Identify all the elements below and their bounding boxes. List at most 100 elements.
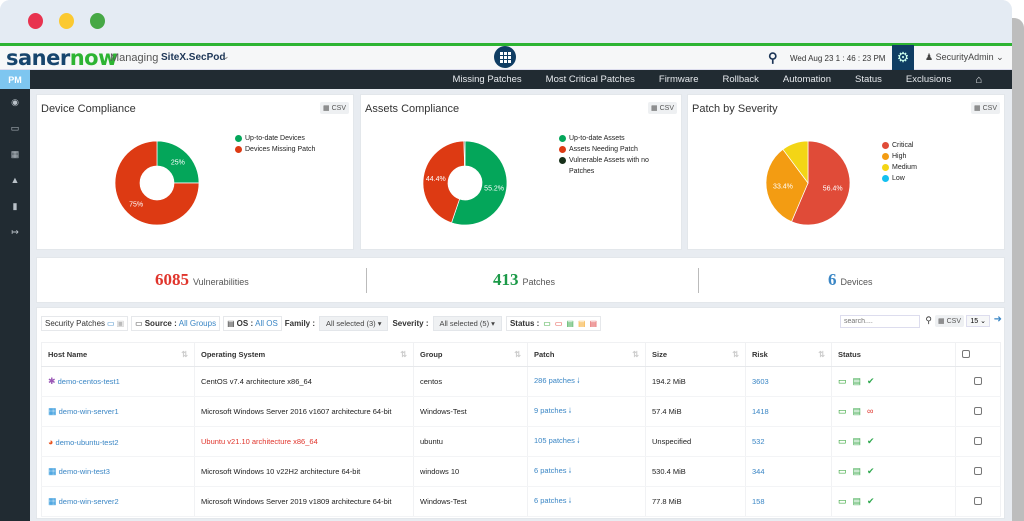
legend-item[interactable]: Low xyxy=(882,173,917,184)
apps-grid-button[interactable] xyxy=(494,46,516,68)
col-group[interactable]: Group ⇅ xyxy=(413,342,528,367)
row-checkbox[interactable] xyxy=(974,496,982,505)
os-filter[interactable]: ▤ OS : All OS xyxy=(223,315,282,331)
home-icon[interactable]: ⌂ xyxy=(963,74,994,86)
nav-rollback[interactable]: Rollback xyxy=(710,74,770,85)
device-view-icon[interactable]: ▭ xyxy=(107,319,115,328)
legend-item[interactable]: High xyxy=(882,151,917,162)
download-icon[interactable]: 🠓 xyxy=(577,376,580,385)
csv-export-button[interactable]: ▦ CSV xyxy=(971,102,1000,114)
online-monitor-icon[interactable]: ▭ xyxy=(543,319,551,328)
agent-ok-icon[interactable]: ▤ xyxy=(566,319,574,328)
legend-item[interactable]: Medium xyxy=(882,162,917,173)
nav-most-critical-patches[interactable]: Most Critical Patches xyxy=(534,74,647,85)
family-select[interactable]: All selected (3) ▾ xyxy=(319,315,389,331)
risk-link[interactable]: 1418 xyxy=(752,407,769,416)
table-row[interactable]: ▦ demo-win-server2 Microsoft Windows Serv… xyxy=(41,486,1001,517)
patch-link[interactable]: 6 patches xyxy=(534,466,567,475)
sort-icon[interactable]: ⇅ xyxy=(181,350,188,359)
stat-patches[interactable]: 413 Patches xyxy=(493,270,555,290)
col-operating-system[interactable]: Operating System ⇅ xyxy=(194,342,414,367)
host-link[interactable]: demo-win-server1 xyxy=(59,407,119,416)
col-patch[interactable]: Patch ⇅ xyxy=(527,342,646,367)
legend-item[interactable]: Vulnerable Assets with no Patches xyxy=(559,155,669,177)
sort-icon[interactable]: ⇅ xyxy=(632,350,639,359)
download-icon[interactable]: 🠓 xyxy=(569,466,572,475)
download-icon[interactable]: 🠓 xyxy=(569,496,572,505)
sort-icon[interactable]: ⇅ xyxy=(732,350,739,359)
os-value[interactable]: All OS xyxy=(255,319,278,328)
row-checkbox[interactable] xyxy=(974,436,982,445)
host-link[interactable]: demo-centos-test1 xyxy=(58,377,120,386)
sort-icon[interactable]: ⇅ xyxy=(818,350,825,359)
chevron-down-icon[interactable]: ⌄ xyxy=(222,51,230,62)
monitor-icon[interactable]: ▭ xyxy=(0,115,30,141)
page-size-select[interactable]: 15 ⌄ xyxy=(966,315,990,327)
host-link[interactable]: demo-win-server2 xyxy=(59,497,119,506)
minimize-window-button[interactable] xyxy=(59,13,74,29)
csv-export-button[interactable]: ▦ CSV xyxy=(935,315,964,327)
patch-link[interactable]: 9 patches xyxy=(534,406,567,415)
settings-button[interactable]: ⚙ xyxy=(892,45,914,70)
legend-item[interactable]: Assets Needing Patch xyxy=(559,144,669,155)
csv-export-button[interactable]: ▦ CSV xyxy=(648,102,677,114)
site-selector[interactable]: SiteX.SecPod xyxy=(161,52,225,63)
patch-link[interactable]: 6 patches xyxy=(534,496,567,505)
table-row[interactable]: ▦ demo-win-test3 Microsoft Windows 10 v22… xyxy=(41,456,1001,487)
table-search-input[interactable] xyxy=(840,315,920,328)
eye-icon[interactable]: ◉ xyxy=(0,89,30,115)
risk-link[interactable]: 3603 xyxy=(752,377,769,386)
legend-item[interactable]: Up-to-date Assets xyxy=(559,133,669,144)
host-link[interactable]: demo-win-test3 xyxy=(59,467,110,476)
download-icon[interactable]: 🠓 xyxy=(577,436,580,445)
select-all-checkbox[interactable] xyxy=(962,349,970,358)
nav-firmware[interactable]: Firmware xyxy=(647,74,711,85)
source-value[interactable]: All Groups xyxy=(179,319,216,328)
row-checkbox[interactable] xyxy=(974,406,982,415)
patch-link[interactable]: 105 patches xyxy=(534,436,575,445)
severity-select[interactable]: All selected (5) ▾ xyxy=(432,315,502,331)
col-size[interactable]: Size ⇅ xyxy=(645,342,746,367)
sort-icon[interactable]: ⇅ xyxy=(514,350,521,359)
eraser-icon[interactable]: ▮ xyxy=(0,193,30,219)
risk-link[interactable]: 532 xyxy=(752,437,765,446)
table-row[interactable]: ✱ demo-centos-test1 CentOS v7.4 architect… xyxy=(41,366,1001,397)
search-icon[interactable]: ⚲ xyxy=(925,315,932,326)
patch-link[interactable]: 286 patches xyxy=(534,376,575,385)
download-icon[interactable]: 🠓 xyxy=(569,406,572,415)
nav-missing-patches[interactable]: Missing Patches xyxy=(440,74,533,85)
export-icon[interactable]: ➜ xyxy=(994,314,1002,325)
source-filter[interactable]: ▭ Source : All Groups xyxy=(131,315,221,331)
maximize-window-button[interactable] xyxy=(90,13,105,29)
module-badge[interactable]: PM xyxy=(0,70,30,89)
search-icon[interactable]: ⚲ xyxy=(768,50,778,66)
row-checkbox[interactable] xyxy=(974,466,982,475)
package-view-icon[interactable]: ▣ xyxy=(117,319,125,328)
calculator-icon[interactable]: ▦ xyxy=(0,141,30,167)
nav-status[interactable]: Status xyxy=(843,74,894,85)
legend-item[interactable]: Up-to-date Devices xyxy=(235,133,315,144)
col-risk[interactable]: Risk ⇅ xyxy=(745,342,832,367)
logout-icon[interactable]: ↦ xyxy=(0,219,30,245)
host-link[interactable]: demo-ubuntu-test2 xyxy=(56,438,119,447)
table-row[interactable]: ◕ demo-ubuntu-test2 Ubuntu v21.10 archite… xyxy=(41,426,1001,457)
brand-logo[interactable]: sanernow xyxy=(6,47,118,69)
agent-warn-icon[interactable]: ▤ xyxy=(578,319,586,328)
legend-item[interactable]: Critical xyxy=(882,140,917,151)
stat-devices[interactable]: 6 Devices xyxy=(828,270,873,290)
risk-link[interactable]: 344 xyxy=(752,467,765,476)
table-row[interactable]: ▦ demo-win-server1 Microsoft Windows Serv… xyxy=(41,396,1001,427)
col-host-name[interactable]: Host Name ⇅ xyxy=(41,342,195,367)
row-checkbox[interactable] xyxy=(974,376,982,385)
nav-automation[interactable]: Automation xyxy=(771,74,843,85)
nav-exclusions[interactable]: Exclusions xyxy=(894,74,963,85)
legend-item[interactable]: Devices Missing Patch xyxy=(235,144,315,155)
close-window-button[interactable] xyxy=(28,13,43,29)
warning-icon[interactable]: ▲ xyxy=(0,167,30,193)
csv-export-button[interactable]: ▦ CSV xyxy=(320,102,349,114)
stat-vulnerabilities[interactable]: 6085 Vulnerabilities xyxy=(155,270,249,290)
risk-link[interactable]: 158 xyxy=(752,497,765,506)
offline-monitor-icon[interactable]: ▭ xyxy=(555,319,563,328)
user-menu[interactable]: ♟ SecurityAdmin ⌄ xyxy=(925,52,1004,63)
sort-icon[interactable]: ⇅ xyxy=(400,350,407,359)
